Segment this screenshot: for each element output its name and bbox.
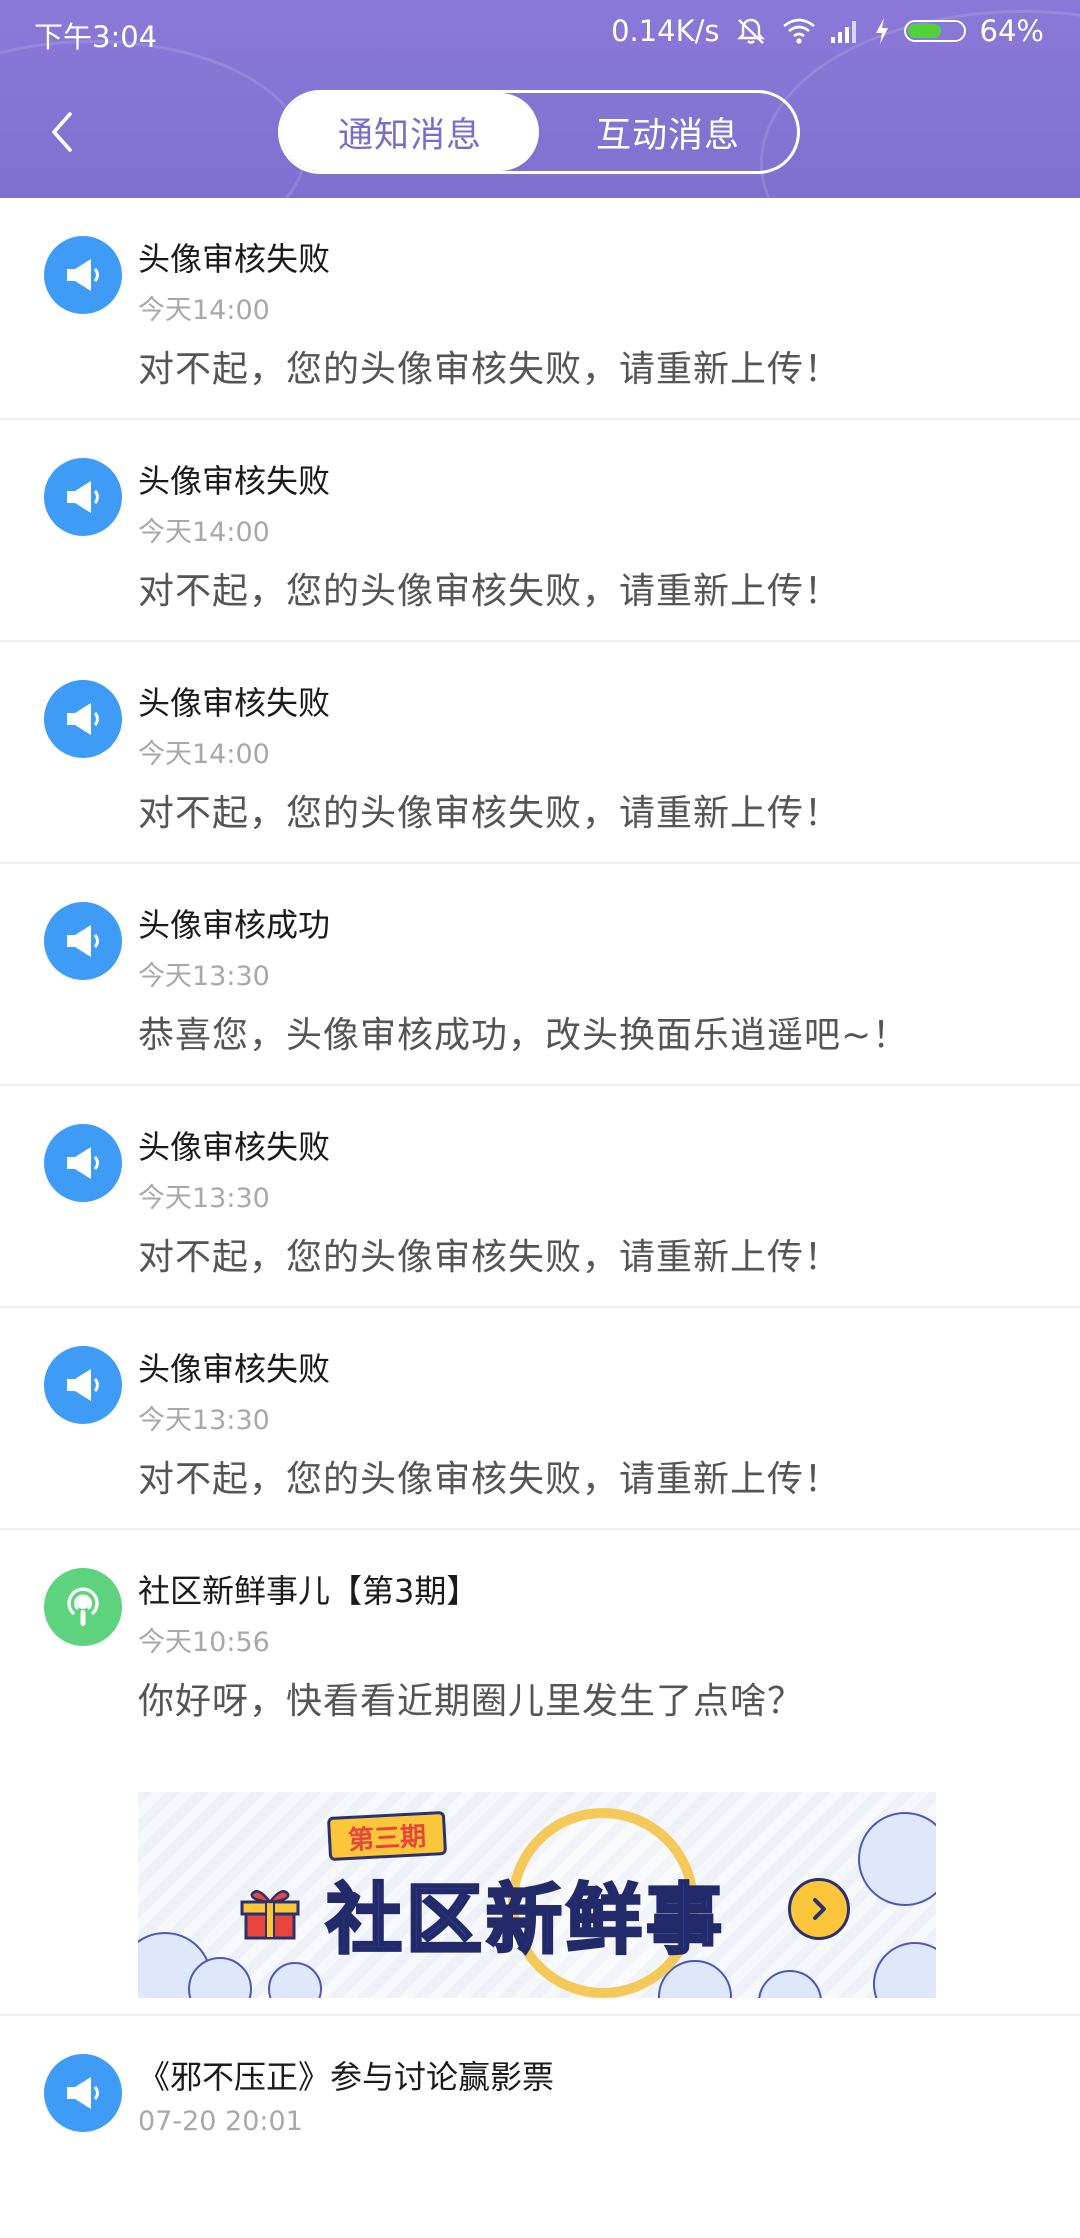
message-title: 头像审核失败	[138, 240, 331, 278]
banner-bubble	[873, 1942, 936, 1998]
message-title: 社区新鲜事儿【第3期】	[138, 1572, 479, 1610]
megaphone-icon	[44, 458, 122, 536]
list-item[interactable]: 头像审核失败 今天14:00 对不起，您的头像审核失败，请重新上传！	[0, 198, 1080, 420]
podcast-icon	[44, 1568, 122, 1646]
megaphone-icon	[44, 902, 122, 980]
megaphone-icon	[44, 1124, 122, 1202]
battery-level	[907, 24, 941, 38]
message-time: 今天14:00	[138, 517, 270, 548]
banner-headline: 社区新鲜事	[325, 1874, 726, 1966]
community-news-banner[interactable]: 第三期 社区新鲜事	[138, 1792, 936, 1998]
message-title: 头像审核成功	[138, 906, 331, 944]
banner-bubble	[268, 1962, 322, 1998]
network-speed: 0.14K/s	[611, 14, 720, 48]
message-time: 今天10:56	[138, 1627, 270, 1658]
list-item[interactable]: 头像审核失败 今天14:00 对不起，您的头像审核失败，请重新上传！	[0, 420, 1080, 642]
message-title: 头像审核失败	[138, 1128, 331, 1166]
message-time: 07-20 20:01	[138, 2106, 303, 2137]
megaphone-icon	[44, 2054, 122, 2132]
chevron-left-icon	[52, 112, 72, 152]
message-type-tabs: 通知消息 互动消息	[278, 90, 800, 174]
message-time: 今天13:30	[138, 961, 270, 992]
banner-bubble	[758, 1970, 822, 1998]
tab-notifications[interactable]: 通知消息	[281, 93, 539, 171]
megaphone-icon	[44, 1346, 122, 1424]
message-time: 今天13:30	[138, 1405, 270, 1436]
list-item[interactable]: 头像审核失败 今天13:30 对不起，您的头像审核失败，请重新上传！	[0, 1308, 1080, 1530]
message-time: 今天14:00	[138, 739, 270, 770]
message-body: 对不起，您的头像审核失败，请重新上传！	[138, 349, 842, 390]
signal-icon	[830, 18, 860, 44]
issue-badge: 第三期	[326, 1810, 448, 1862]
banner-arrow-button[interactable]	[788, 1878, 850, 1940]
status-bar: 下午3:04 0.14K/s 64%	[0, 0, 1080, 66]
message-time: 今天14:00	[138, 295, 270, 326]
battery-icon	[903, 20, 966, 42]
status-right: 0.14K/s 64%	[611, 14, 1044, 48]
message-body: 对不起，您的头像审核失败，请重新上传！	[138, 793, 842, 834]
wifi-icon	[782, 17, 816, 45]
chevron-right-icon	[813, 1898, 826, 1920]
message-body: 恭喜您，头像审核成功，改头换面乐逍遥吧~！	[138, 1015, 910, 1056]
message-title: 头像审核失败	[138, 1350, 331, 1388]
list-item[interactable]: 社区新鲜事儿【第3期】 今天10:56 你好呀，快看看近期圈儿里发生了点啥？ 第…	[0, 1530, 1080, 2016]
battery-percent: 64%	[979, 14, 1044, 48]
megaphone-icon	[44, 236, 122, 314]
message-list: 头像审核失败 今天14:00 对不起，您的头像审核失败，请重新上传！ 头像审核失…	[0, 198, 1080, 2238]
message-body: 对不起，您的头像审核失败，请重新上传！	[138, 571, 842, 612]
tab-interactions[interactable]: 互动消息	[539, 93, 797, 171]
message-title: 《邪不压正》参与讨论赢影票	[138, 2058, 555, 2096]
list-item[interactable]: 头像审核失败 今天13:30 对不起，您的头像审核失败，请重新上传！	[0, 1086, 1080, 1308]
message-body: 对不起，您的头像审核失败，请重新上传！	[138, 1237, 842, 1278]
message-title: 头像审核失败	[138, 684, 331, 722]
message-title: 头像审核失败	[138, 462, 331, 500]
banner-bubble	[858, 1812, 936, 1906]
back-button[interactable]	[40, 102, 86, 162]
message-body: 你好呀，快看看近期圈儿里发生了点啥？	[138, 1681, 805, 1722]
gift-icon	[240, 1890, 300, 1940]
megaphone-icon	[44, 680, 122, 758]
app-header: 下午3:04 0.14K/s 64% 通知消息 互动消息	[0, 0, 1080, 198]
list-item[interactable]: 《邪不压正》参与讨论赢影票 07-20 20:01	[0, 2016, 1080, 2238]
status-time: 下午3:04	[34, 20, 158, 54]
list-item[interactable]: 头像审核成功 今天13:30 恭喜您，头像审核成功，改头换面乐逍遥吧~！	[0, 864, 1080, 1086]
message-body: 对不起，您的头像审核失败，请重新上传！	[138, 1459, 842, 1500]
message-time: 今天13:30	[138, 1183, 270, 1214]
mute-icon	[734, 16, 768, 46]
list-item[interactable]: 头像审核失败 今天14:00 对不起，您的头像审核失败，请重新上传！	[0, 642, 1080, 864]
charging-icon	[874, 17, 890, 45]
